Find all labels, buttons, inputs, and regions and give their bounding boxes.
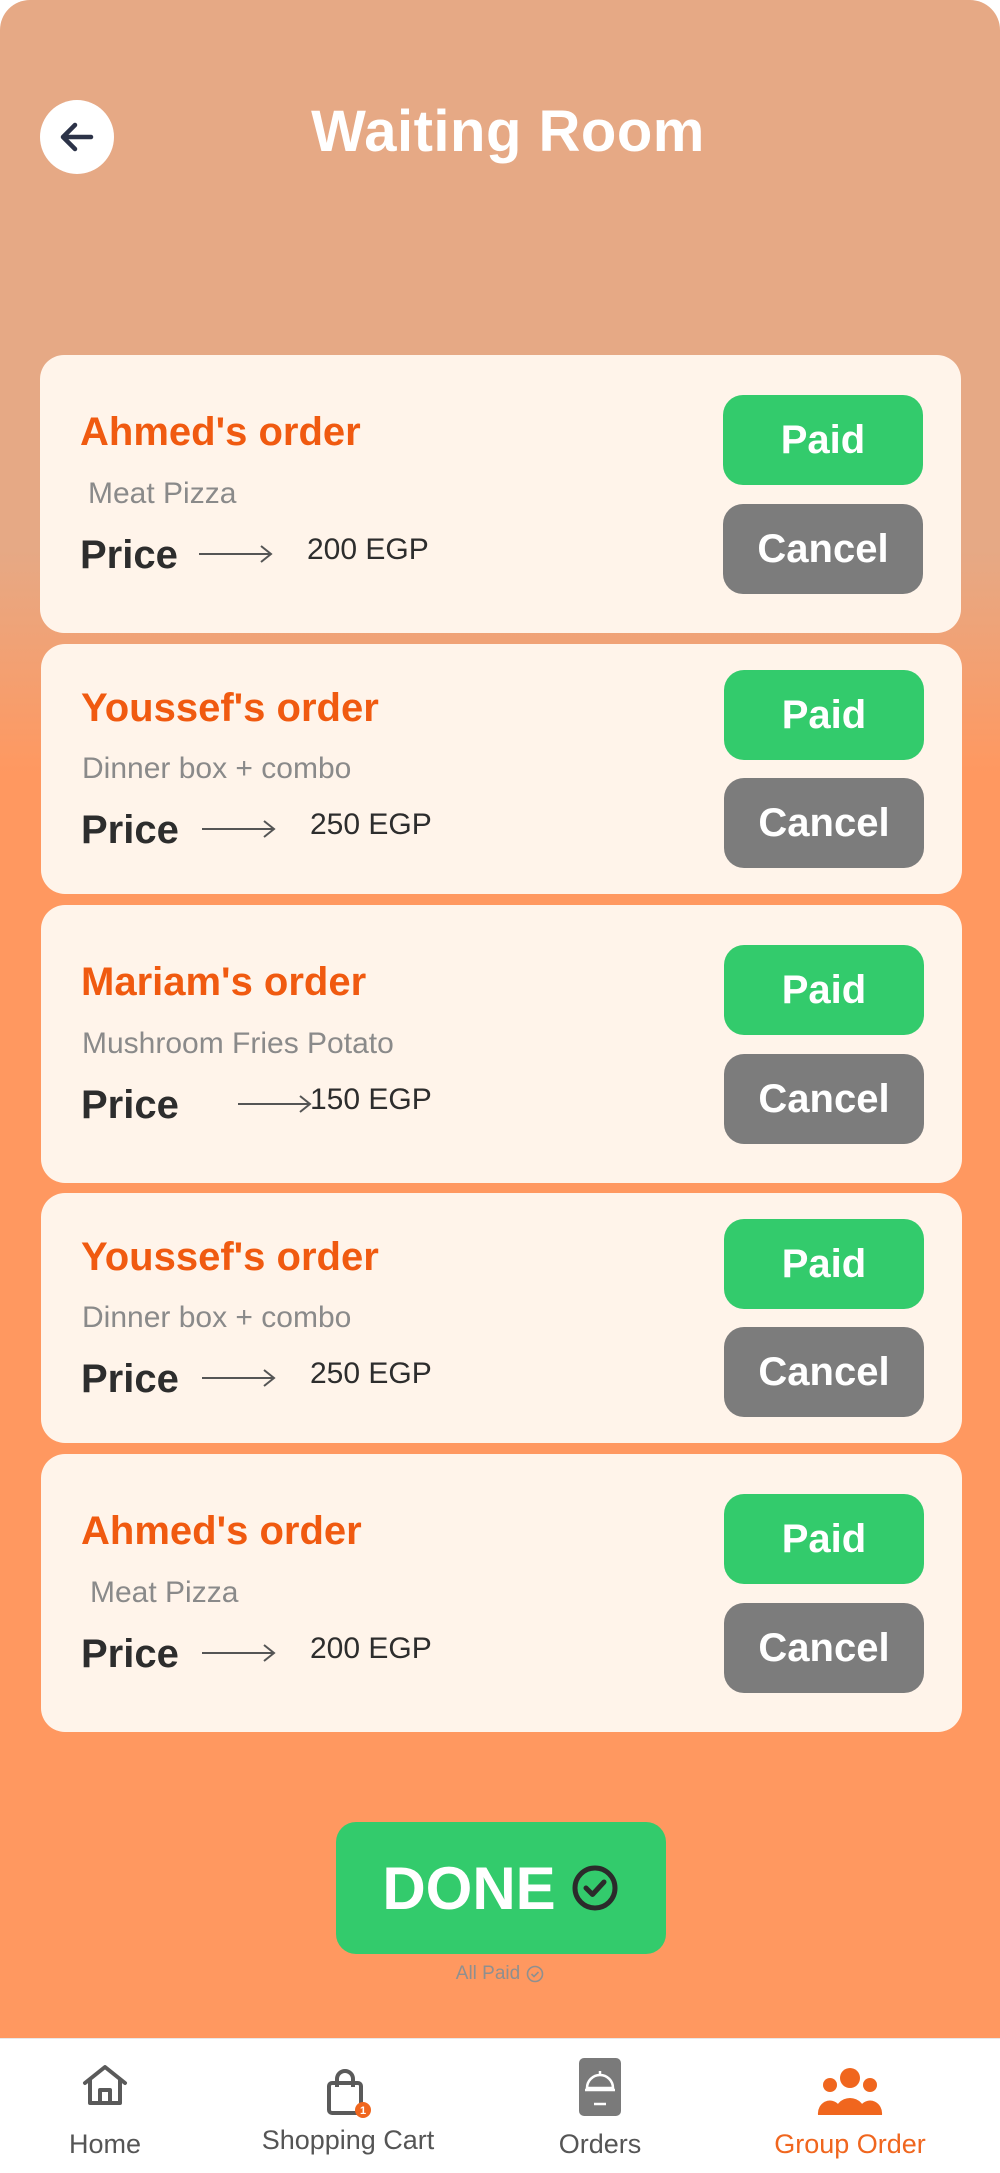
- cloche-icon: [579, 2058, 621, 2116]
- nav-label: Shopping Cart: [261, 2125, 435, 2155]
- price-label: Price: [80, 533, 178, 577]
- order-price: 200 EGP: [307, 533, 429, 566]
- paid-button[interactable]: Paid: [724, 670, 924, 760]
- cancel-button[interactable]: Cancel: [723, 504, 923, 594]
- paid-button[interactable]: Paid: [724, 945, 924, 1035]
- order-card: Mariam's order Mushroom Fries Potato Pri…: [41, 905, 962, 1183]
- nav-label: Orders: [558, 2129, 642, 2159]
- group-icon: [817, 2068, 883, 2115]
- arrow-right-icon: [199, 545, 273, 563]
- order-owner-name: Ahmed's order: [80, 410, 361, 454]
- cancel-button[interactable]: Cancel: [724, 1603, 924, 1693]
- cancel-button[interactable]: Cancel: [724, 1054, 924, 1144]
- nav-label: Home: [68, 2129, 142, 2159]
- nav-orders[interactable]: Orders: [540, 2039, 660, 2173]
- paid-button[interactable]: Paid: [724, 1219, 924, 1309]
- arrow-right-icon: [202, 1369, 276, 1387]
- waiting-room-screen: Waiting Room Ahmed's order Meat Pizza Pr…: [0, 0, 1000, 2038]
- nav-label: Group Order: [774, 2129, 926, 2159]
- arrow-right-icon: [202, 820, 276, 838]
- cancel-button[interactable]: Cancel: [724, 1327, 924, 1417]
- order-item: Mushroom Fries Potato: [82, 1027, 394, 1060]
- order-card: Youssef's order Dinner box + combo Price…: [41, 1193, 962, 1443]
- nav-home[interactable]: Home: [40, 2039, 170, 2173]
- order-item: Dinner box + combo: [82, 752, 352, 785]
- bottom-navigation: Home 1 Shopping Cart Orders Group Order: [0, 2038, 1000, 2173]
- order-card: Ahmed's order Meat Pizza Price 200 EGP P…: [41, 1454, 962, 1732]
- page-title: Waiting Room: [311, 99, 705, 164]
- order-price: 200 EGP: [310, 1632, 432, 1665]
- done-label: DONE: [382, 1854, 556, 1922]
- cancel-button[interactable]: Cancel: [724, 778, 924, 868]
- order-owner-name: Youssef's order: [81, 686, 379, 730]
- order-item: Dinner box + combo: [82, 1301, 352, 1334]
- order-owner-name: Ahmed's order: [81, 1509, 362, 1553]
- order-price: 150 EGP: [310, 1083, 432, 1116]
- arrow-right-icon: [202, 1644, 276, 1662]
- price-label: Price: [81, 808, 179, 852]
- price-label: Price: [81, 1632, 179, 1676]
- check-circle-icon: [572, 1865, 618, 1911]
- price-label: Price: [81, 1357, 179, 1401]
- order-item: Meat Pizza: [88, 477, 237, 510]
- check-circle-icon: [526, 1965, 544, 1983]
- arrow-right-icon: [238, 1095, 312, 1113]
- paid-button[interactable]: Paid: [723, 395, 923, 485]
- order-card: Youssef's order Dinner box + combo Price…: [41, 644, 962, 894]
- order-owner-name: Mariam's order: [81, 960, 367, 1004]
- payment-status: All Paid: [0, 1963, 1000, 1985]
- done-button[interactable]: DONE: [336, 1822, 666, 1954]
- order-card: Ahmed's order Meat Pizza Price 200 EGP P…: [40, 355, 961, 633]
- price-label: Price: [81, 1083, 179, 1127]
- nav-group-order[interactable]: Group Order: [760, 2039, 940, 2173]
- payment-status-text: All Paid: [455, 1963, 521, 1984]
- cart-badge-count: 1: [360, 2105, 366, 2117]
- order-price: 250 EGP: [310, 1357, 432, 1390]
- paid-button[interactable]: Paid: [724, 1494, 924, 1584]
- shopping-bag-icon: 1: [327, 2069, 371, 2118]
- order-price: 250 EGP: [310, 808, 432, 841]
- order-item: Meat Pizza: [90, 1576, 239, 1609]
- home-icon: [83, 2065, 127, 2105]
- order-owner-name: Youssef's order: [81, 1235, 379, 1279]
- nav-shopping-cart[interactable]: 1 Shopping Cart: [248, 2039, 448, 2173]
